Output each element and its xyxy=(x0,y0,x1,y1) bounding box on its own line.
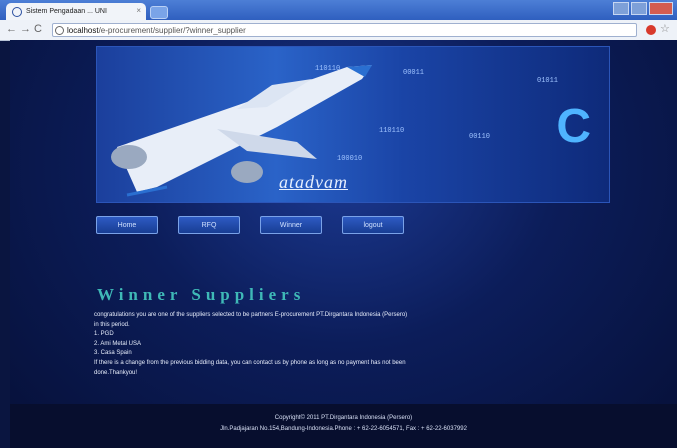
period-text: in this period. xyxy=(94,321,130,328)
header-banner: 110110 00011 110110 00110 100010 01011 C… xyxy=(96,46,610,203)
nav-rfq-button[interactable]: RFQ xyxy=(178,216,240,234)
banner-digits: 00110 xyxy=(469,133,491,141)
banner-logo-text: atadvam xyxy=(279,172,348,192)
supplier-item: 1. PGD xyxy=(94,331,114,338)
tab-close-icon[interactable]: × xyxy=(136,6,141,15)
main-nav: Home RFQ Winner logout xyxy=(96,216,424,234)
nav-home-button[interactable]: Home xyxy=(96,216,158,234)
supplier-item: 2. Ami Metal USA xyxy=(94,340,142,347)
bookmark-star-icon[interactable]: ☆ xyxy=(660,22,670,35)
url-path: /e-procurement/supplier/?winner_supplier xyxy=(98,26,246,35)
page-footer: Copyright© 2011 PT.Dirgantara Indonesia … xyxy=(10,404,677,448)
banner-digits: 00011 xyxy=(403,69,425,77)
window-controls xyxy=(613,2,673,15)
page-body: 110110 00011 110110 00110 100010 01011 C… xyxy=(10,40,677,448)
supplier-item: 3. Casa Spain xyxy=(94,350,132,357)
reload-icon[interactable]: C xyxy=(34,23,42,35)
address-bar[interactable]: localhost/e-procurement/supplier/?winner… xyxy=(52,23,637,37)
tab-title: Sistem Pengadaan ... UNI xyxy=(26,8,107,15)
url-host: localhost xyxy=(67,26,99,35)
back-arrow-icon[interactable]: ← xyxy=(6,23,17,35)
extension-icon[interactable] xyxy=(646,25,656,35)
browser-tab[interactable]: Sistem Pengadaan ... UNI × xyxy=(6,3,146,20)
page-favicon-icon xyxy=(12,6,22,17)
browser-titlebar: Sistem Pengadaan ... UNI × xyxy=(0,0,677,20)
banner-digits: 01011 xyxy=(537,77,559,85)
airplane-illustration xyxy=(111,65,372,197)
page-title: Winner Suppliers xyxy=(97,285,306,304)
maximize-icon[interactable] xyxy=(631,2,647,15)
nav-logout-button[interactable]: logout xyxy=(342,216,404,234)
globe-icon xyxy=(55,26,64,35)
intro-text: congratulations you are one of the suppl… xyxy=(94,312,408,318)
new-tab-button[interactable] xyxy=(150,6,168,19)
footer-address: Jln.Padjajaran No.154,Bandung-Indonesia.… xyxy=(220,426,467,432)
content-text: congratulations you are one of the suppl… xyxy=(94,311,407,378)
close-window-icon[interactable] xyxy=(649,2,673,15)
nav-winner-button[interactable]: Winner xyxy=(260,216,322,234)
minimize-icon[interactable] xyxy=(613,2,629,15)
browser-toolbar: ← → C localhost/e-procurement/supplier/?… xyxy=(0,20,677,41)
note-text-end: done.Thankyou! xyxy=(94,369,138,376)
footer-copyright: Copyright© 2011 PT.Dirgantara Indonesia … xyxy=(274,415,413,421)
note-text: If there is a change from the previous b… xyxy=(94,359,406,366)
company-c-logo-icon: C xyxy=(556,100,591,153)
forward-arrow-icon[interactable]: → xyxy=(20,23,31,35)
